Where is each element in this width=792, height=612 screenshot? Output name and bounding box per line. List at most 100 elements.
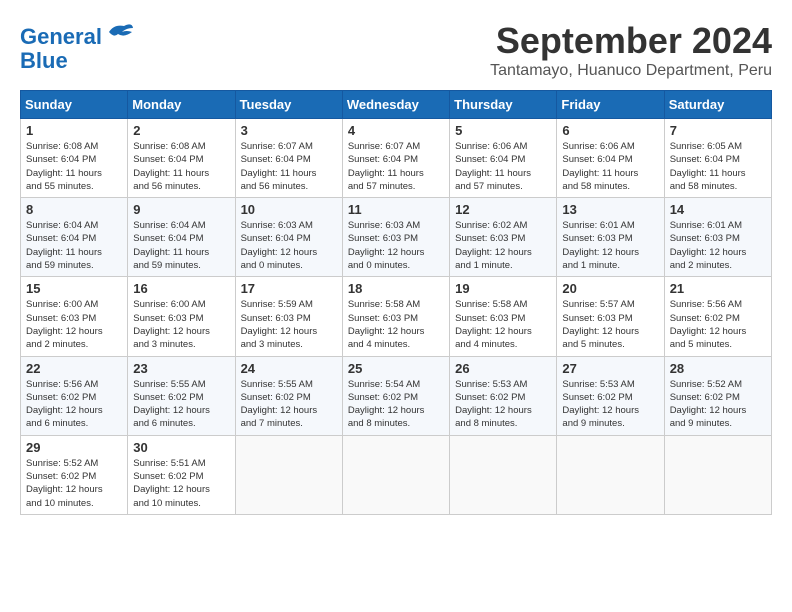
calendar-day-cell — [557, 435, 664, 514]
day-of-week-header: Saturday — [664, 91, 771, 119]
day-info: Sunrise: 5:53 AM Sunset: 6:02 PM Dayligh… — [455, 378, 551, 431]
calendar-day-cell: 25Sunrise: 5:54 AM Sunset: 6:02 PM Dayli… — [342, 356, 449, 435]
day-number: 30 — [133, 440, 229, 455]
calendar-day-cell: 28 Sunrise: 5:52 AM Sunset: 6:02 PM Dayli… — [664, 356, 771, 435]
day-info: Sunrise: 6:01 AM Sunset: 6:03 PM Dayligh… — [562, 219, 658, 272]
day-info: Sunrise: 5:54 AM Sunset: 6:02 PM Dayligh… — [348, 378, 444, 431]
day-number: 4 — [348, 123, 444, 138]
calendar-day-cell: 27Sunrise: 5:53 AM Sunset: 6:02 PM Dayli… — [557, 356, 664, 435]
calendar-day-cell: 8 Sunrise: 6:04 AM Sunset: 6:04 PM Daylig… — [21, 198, 128, 277]
day-number: 5 — [455, 123, 551, 138]
day-of-week-header: Sunday — [21, 91, 128, 119]
day-of-week-header: Tuesday — [235, 91, 342, 119]
calendar-day-cell: 17 Sunrise: 5:59 AM Sunset: 6:03 PM Dayli… — [235, 277, 342, 356]
day-info: Sunrise: 6:02 AM Sunset: 6:03 PM Dayligh… — [455, 219, 551, 272]
calendar-day-cell: 10 Sunrise: 6:03 AM Sunset: 6:04 PM Dayli… — [235, 198, 342, 277]
day-info: Sunrise: 6:08 AM Sunset: 6:04 PM Dayligh… — [26, 140, 122, 193]
calendar-day-cell: 21Sunrise: 5:56 AM Sunset: 6:02 PM Dayli… — [664, 277, 771, 356]
day-info: Sunrise: 6:00 AM Sunset: 6:03 PM Dayligh… — [26, 298, 122, 351]
day-number: 15 — [26, 281, 122, 296]
day-number: 11 — [348, 202, 444, 217]
day-info: Sunrise: 6:06 AM Sunset: 6:04 PM Dayligh… — [455, 140, 551, 193]
calendar: SundayMondayTuesdayWednesdayThursdayFrid… — [20, 90, 772, 515]
calendar-week-row: 29 Sunrise: 5:52 AM Sunset: 6:02 PM Dayli… — [21, 435, 772, 514]
calendar-day-cell: 11 Sunrise: 6:03 AM Sunset: 6:03 PM Dayli… — [342, 198, 449, 277]
day-info: Sunrise: 5:58 AM Sunset: 6:03 PM Dayligh… — [348, 298, 444, 351]
day-info: Sunrise: 5:58 AM Sunset: 6:03 PM Dayligh… — [455, 298, 551, 351]
calendar-day-cell: 7Sunrise: 6:05 AM Sunset: 6:04 PM Daylig… — [664, 119, 771, 198]
calendar-day-cell: 26 Sunrise: 5:53 AM Sunset: 6:02 PM Dayli… — [450, 356, 557, 435]
calendar-day-cell: 19 Sunrise: 5:58 AM Sunset: 6:03 PM Dayli… — [450, 277, 557, 356]
day-number: 18 — [348, 281, 444, 296]
day-number: 23 — [133, 361, 229, 376]
day-info: Sunrise: 6:03 AM Sunset: 6:03 PM Dayligh… — [348, 219, 444, 272]
calendar-day-cell: 4Sunrise: 6:07 AM Sunset: 6:04 PM Daylig… — [342, 119, 449, 198]
calendar-day-cell — [235, 435, 342, 514]
day-of-week-header: Thursday — [450, 91, 557, 119]
day-number: 13 — [562, 202, 658, 217]
month-title: September 2024 — [490, 20, 772, 62]
day-number: 7 — [670, 123, 766, 138]
day-info: Sunrise: 5:57 AM Sunset: 6:03 PM Dayligh… — [562, 298, 658, 351]
location-title: Tantamayo, Huanuco Department, Peru — [490, 62, 772, 80]
calendar-week-row: 8 Sunrise: 6:04 AM Sunset: 6:04 PM Daylig… — [21, 198, 772, 277]
day-info: Sunrise: 6:01 AM Sunset: 6:03 PM Dayligh… — [670, 219, 766, 272]
day-of-week-header: Monday — [128, 91, 235, 119]
day-number: 9 — [133, 202, 229, 217]
calendar-day-cell: 22 Sunrise: 5:56 AM Sunset: 6:02 PM Dayli… — [21, 356, 128, 435]
calendar-day-cell: 23 Sunrise: 5:55 AM Sunset: 6:02 PM Dayli… — [128, 356, 235, 435]
day-number: 3 — [241, 123, 337, 138]
calendar-day-cell: 3Sunrise: 6:07 AM Sunset: 6:04 PM Daylig… — [235, 119, 342, 198]
calendar-day-cell: 16Sunrise: 6:00 AM Sunset: 6:03 PM Dayli… — [128, 277, 235, 356]
day-info: Sunrise: 5:56 AM Sunset: 6:02 PM Dayligh… — [26, 378, 122, 431]
day-info: Sunrise: 5:51 AM Sunset: 6:02 PM Dayligh… — [133, 457, 229, 510]
day-number: 10 — [241, 202, 337, 217]
calendar-day-cell: 24Sunrise: 5:55 AM Sunset: 6:02 PM Dayli… — [235, 356, 342, 435]
day-number: 6 — [562, 123, 658, 138]
calendar-week-row: 22 Sunrise: 5:56 AM Sunset: 6:02 PM Dayli… — [21, 356, 772, 435]
day-number: 1 — [26, 123, 122, 138]
calendar-header-row: SundayMondayTuesdayWednesdayThursdayFrid… — [21, 91, 772, 119]
calendar-day-cell: 13 Sunrise: 6:01 AM Sunset: 6:03 PM Dayli… — [557, 198, 664, 277]
day-number: 2 — [133, 123, 229, 138]
day-number: 19 — [455, 281, 551, 296]
day-number: 28 — [670, 361, 766, 376]
calendar-day-cell: 5 Sunrise: 6:06 AM Sunset: 6:04 PM Daylig… — [450, 119, 557, 198]
calendar-day-cell — [342, 435, 449, 514]
day-number: 12 — [455, 202, 551, 217]
day-info: Sunrise: 6:08 AM Sunset: 6:04 PM Dayligh… — [133, 140, 229, 193]
calendar-week-row: 1 Sunrise: 6:08 AM Sunset: 6:04 PM Daylig… — [21, 119, 772, 198]
day-number: 20 — [562, 281, 658, 296]
day-info: Sunrise: 5:52 AM Sunset: 6:02 PM Dayligh… — [26, 457, 122, 510]
calendar-day-cell: 2 Sunrise: 6:08 AM Sunset: 6:04 PM Daylig… — [128, 119, 235, 198]
calendar-day-cell — [664, 435, 771, 514]
day-info: Sunrise: 5:59 AM Sunset: 6:03 PM Dayligh… — [241, 298, 337, 351]
day-number: 21 — [670, 281, 766, 296]
day-number: 17 — [241, 281, 337, 296]
day-number: 24 — [241, 361, 337, 376]
calendar-day-cell: 9 Sunrise: 6:04 AM Sunset: 6:04 PM Daylig… — [128, 198, 235, 277]
logo-text: GeneralBlue — [20, 20, 134, 73]
calendar-day-cell — [450, 435, 557, 514]
day-number: 8 — [26, 202, 122, 217]
calendar-day-cell: 20 Sunrise: 5:57 AM Sunset: 6:03 PM Dayli… — [557, 277, 664, 356]
day-info: Sunrise: 5:52 AM Sunset: 6:02 PM Dayligh… — [670, 378, 766, 431]
day-number: 27 — [562, 361, 658, 376]
day-number: 14 — [670, 202, 766, 217]
day-info: Sunrise: 6:00 AM Sunset: 6:03 PM Dayligh… — [133, 298, 229, 351]
day-number: 29 — [26, 440, 122, 455]
day-number: 22 — [26, 361, 122, 376]
day-of-week-header: Friday — [557, 91, 664, 119]
title-block: September 2024 Tantamayo, Huanuco Depart… — [490, 20, 772, 80]
calendar-day-cell: 12 Sunrise: 6:02 AM Sunset: 6:03 PM Dayli… — [450, 198, 557, 277]
calendar-day-cell: 18 Sunrise: 5:58 AM Sunset: 6:03 PM Dayli… — [342, 277, 449, 356]
page-header: GeneralBlue September 2024 Tantamayo, Hu… — [20, 20, 772, 80]
day-info: Sunrise: 5:55 AM Sunset: 6:02 PM Dayligh… — [133, 378, 229, 431]
calendar-day-cell: 14 Sunrise: 6:01 AM Sunset: 6:03 PM Dayli… — [664, 198, 771, 277]
day-info: Sunrise: 6:04 AM Sunset: 6:04 PM Dayligh… — [26, 219, 122, 272]
day-info: Sunrise: 6:03 AM Sunset: 6:04 PM Dayligh… — [241, 219, 337, 272]
calendar-day-cell: 29 Sunrise: 5:52 AM Sunset: 6:02 PM Dayli… — [21, 435, 128, 514]
day-number: 26 — [455, 361, 551, 376]
day-info: Sunrise: 6:04 AM Sunset: 6:04 PM Dayligh… — [133, 219, 229, 272]
calendar-day-cell: 30 Sunrise: 5:51 AM Sunset: 6:02 PM Dayli… — [128, 435, 235, 514]
